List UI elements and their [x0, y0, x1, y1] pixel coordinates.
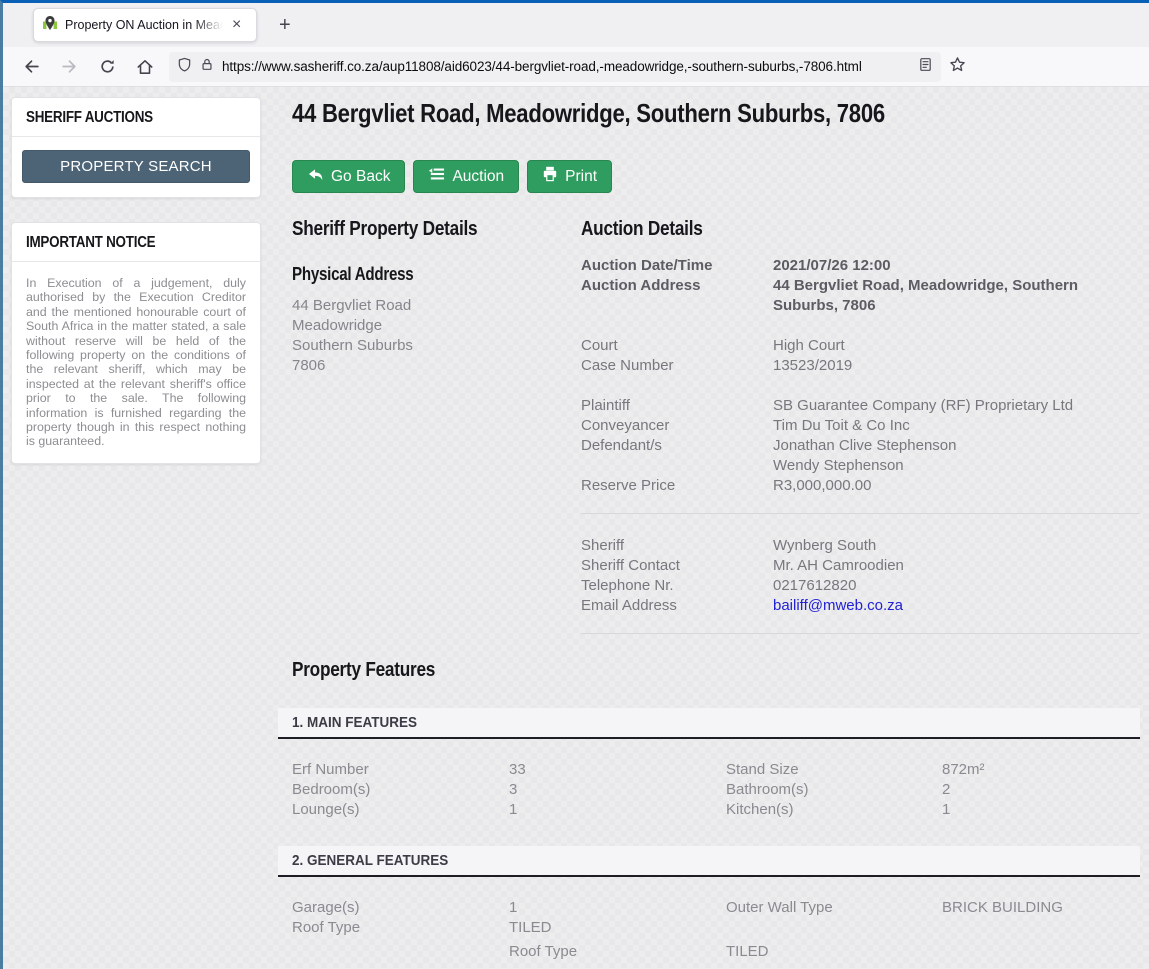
browser-tab[interactable]: Property ON Auction in Meadow ×: [33, 8, 257, 42]
sidebar: SHERIFF AUCTIONS PROPERTY SEARCH IMPORTA…: [11, 97, 261, 464]
reload-icon[interactable]: [93, 53, 121, 81]
property-search-button[interactable]: PROPERTY SEARCH: [22, 150, 250, 183]
bookmark-star-icon[interactable]: [949, 56, 966, 78]
forward-icon[interactable]: [55, 53, 83, 81]
address-line: 7806: [292, 356, 581, 376]
sheriff-auctions-card: SHERIFF AUCTIONS PROPERTY SEARCH: [11, 97, 261, 198]
address-line: Southern Suburbs: [292, 336, 581, 356]
reply-arrow-icon: [307, 167, 324, 187]
detail-row: Email Address bailiff@mweb.co.za: [581, 596, 1140, 616]
feature-row: Lounge(s) 1 Kitchen(s) 1: [292, 800, 1140, 820]
address-line: Meadowridge: [292, 316, 581, 336]
detail-row: Case Number 13523/2019: [581, 356, 1140, 376]
main-features-table: Erf Number 33 Stand Size 872m² Bedroom(s…: [292, 760, 1140, 820]
property-features-heading: Property Features: [292, 658, 435, 682]
browser-window: Property ON Auction in Meadow × +: [0, 0, 1149, 969]
detail-row: Wendy Stephenson: [581, 456, 1140, 476]
divider: [581, 633, 1140, 634]
detail-row: Telephone Nr. 0217612820: [581, 576, 1140, 596]
new-tab-button[interactable]: +: [271, 12, 299, 39]
important-notice-text: In Execution of a judgement, duly author…: [12, 262, 260, 463]
important-notice-card-header: IMPORTANT NOTICE: [12, 223, 260, 262]
physical-address: 44 Bergvliet Road Meadowridge Southern S…: [292, 296, 581, 376]
action-buttons: Go Back Auction: [292, 160, 1140, 193]
physical-address-heading: Physical Address: [292, 264, 413, 285]
detail-row: Auction Date/Time 2021/07/26 12:00: [581, 256, 1140, 276]
sheriff-auctions-card-header: SHERIFF AUCTIONS: [12, 98, 260, 137]
general-features-table: Garage(s) 1 Outer Wall Type BRICK BUILDI…: [292, 898, 1140, 962]
detail-row: Plaintiff SB Guarantee Company (RF) Prop…: [581, 396, 1140, 416]
detail-row: Auction Address 44 Bergvliet Road, Meado…: [581, 276, 1140, 316]
address-line: 44 Bergvliet Road: [292, 296, 581, 316]
tab-bar: Property ON Auction in Meadow × +: [3, 3, 1149, 47]
page-content: SHERIFF AUCTIONS PROPERTY SEARCH IMPORTA…: [3, 87, 1149, 968]
main-content: 44 Bergvliet Road, Meadowridge, Southern…: [278, 87, 1140, 962]
auction-details-heading: Auction Details: [581, 217, 703, 241]
site-favicon-map-pin-icon: [42, 15, 58, 36]
detail-row: Defendant/s Jonathan Clive Stephenson: [581, 436, 1140, 456]
page-title: 44 Bergvliet Road, Meadowridge, Southern…: [292, 93, 1140, 130]
sheriff-property-details: Sheriff Property Details Physical Addres…: [292, 217, 581, 634]
home-icon[interactable]: [131, 53, 159, 81]
feature-row: Roof Type TILED: [292, 942, 1140, 962]
tab-title: Property ON Auction in Meadow: [65, 18, 223, 32]
sheriff-email-link[interactable]: bailiff@mweb.co.za: [773, 597, 903, 614]
general-features-section-header: 2. GENERAL FEATURES: [278, 846, 1140, 877]
divider: [581, 513, 1140, 514]
tab-close-icon[interactable]: ×: [230, 17, 243, 33]
feature-row: Erf Number 33 Stand Size 872m²: [292, 760, 1140, 780]
main-features-section-header: 1. MAIN FEATURES: [278, 708, 1140, 739]
navigation-bar: https://www.sasheriff.co.za/aup11808/aid…: [3, 47, 1149, 87]
url-bar[interactable]: https://www.sasheriff.co.za/aup11808/aid…: [169, 52, 941, 82]
feature-row: Bedroom(s) 3 Bathroom(s) 2: [292, 780, 1140, 800]
detail-row: Reserve Price R3,000,000.00: [581, 476, 1140, 496]
tracking-shield-icon[interactable]: [177, 57, 192, 77]
feature-row: Roof Type TILED: [292, 918, 1140, 938]
lock-icon[interactable]: [200, 57, 214, 77]
sheriff-auctions-title: SHERIFF AUCTIONS: [26, 109, 153, 127]
auction-details: Auction Details Auction Date/Time 2021/0…: [581, 217, 1140, 634]
go-back-button[interactable]: Go Back: [292, 160, 405, 193]
important-notice-card: IMPORTANT NOTICE In Execution of a judge…: [11, 222, 261, 464]
auction-button[interactable]: Auction: [413, 160, 519, 193]
back-icon[interactable]: [17, 53, 45, 81]
detail-row: Sheriff Wynberg South: [581, 536, 1140, 556]
list-icon: [428, 167, 445, 186]
detail-row: Conveyancer Tim Du Toit & Co Inc: [581, 416, 1140, 436]
detail-row: Court High Court: [581, 336, 1140, 356]
feature-row: Garage(s) 1 Outer Wall Type BRICK BUILDI…: [292, 898, 1140, 918]
print-button[interactable]: Print: [527, 160, 612, 193]
reader-view-icon[interactable]: [918, 57, 933, 77]
important-notice-title: IMPORTANT NOTICE: [26, 234, 155, 252]
url-text[interactable]: https://www.sasheriff.co.za/aup11808/aid…: [222, 59, 910, 74]
detail-row: Sheriff Contact Mr. AH Camroodien: [581, 556, 1140, 576]
printer-icon: [542, 166, 558, 187]
sheriff-property-details-heading: Sheriff Property Details: [292, 217, 477, 241]
